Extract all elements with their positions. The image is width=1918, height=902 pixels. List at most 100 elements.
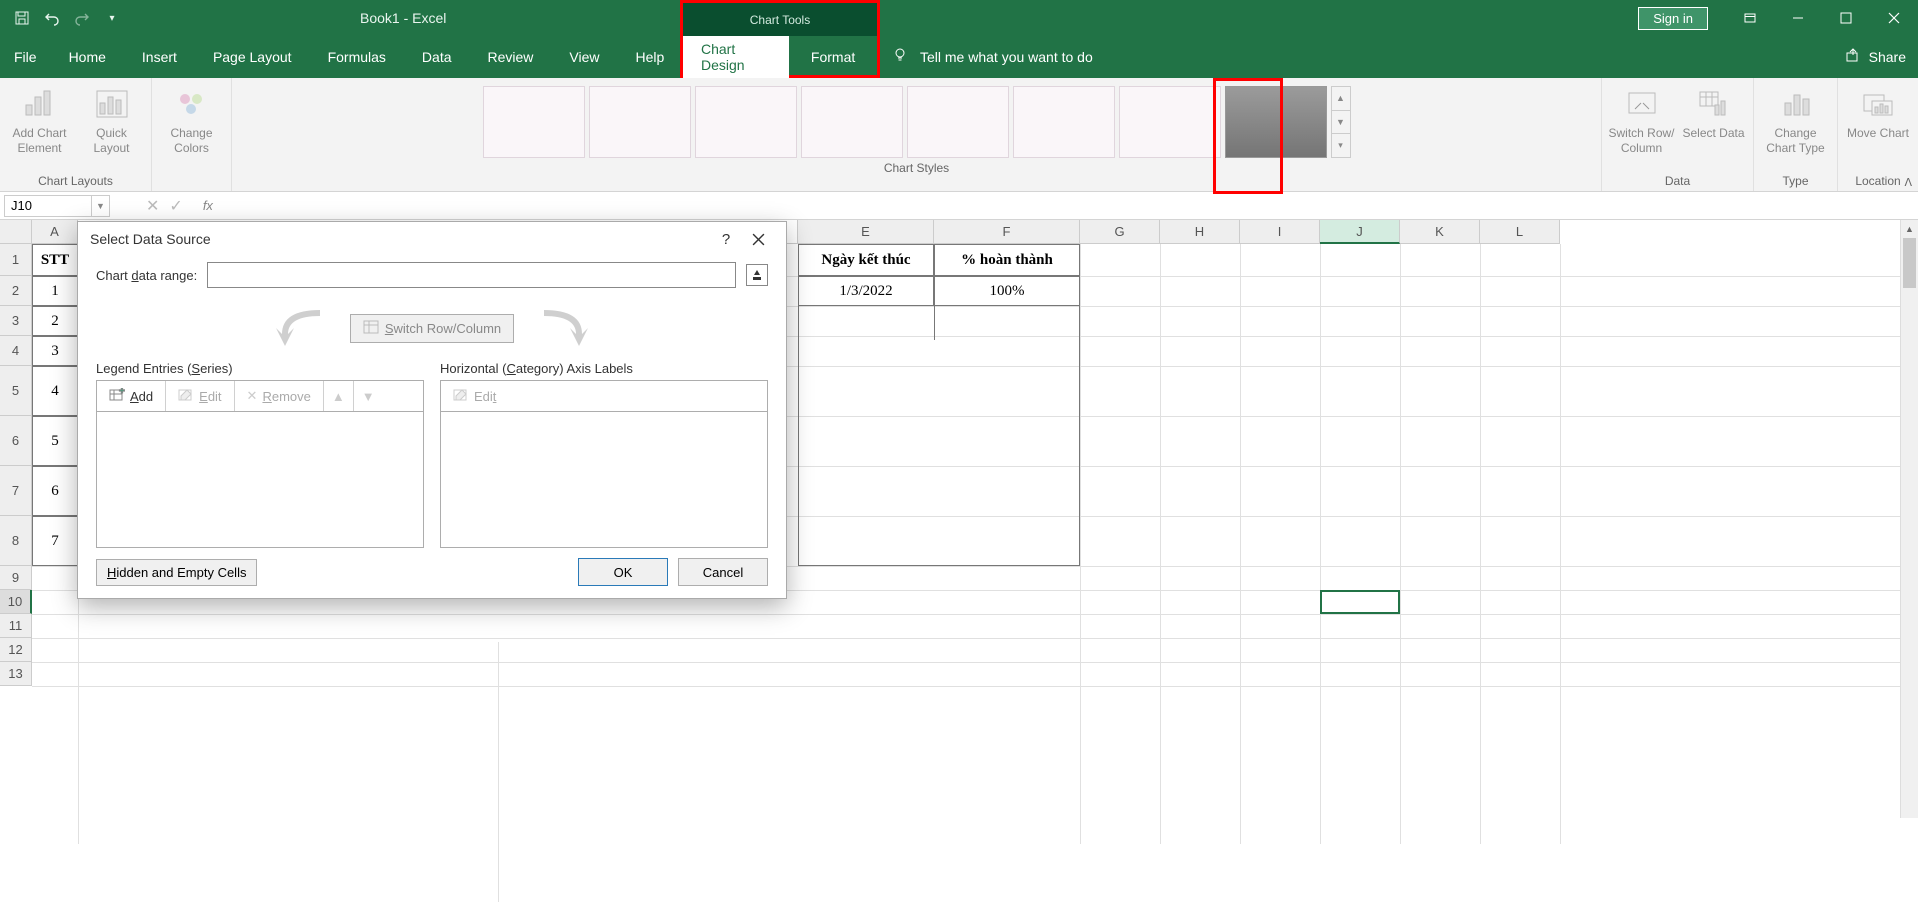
cell-A6[interactable]: 5 xyxy=(32,416,78,466)
close-icon[interactable] xyxy=(1870,0,1918,36)
edit-axis-button[interactable]: Edit xyxy=(441,381,508,411)
row-header-11[interactable]: 11 xyxy=(0,614,32,638)
name-box[interactable]: J10 xyxy=(4,195,92,217)
range-picker-button[interactable] xyxy=(746,264,768,286)
collapse-ribbon-icon[interactable]: ᐱ xyxy=(1904,176,1912,189)
cell-A7[interactable]: 6 xyxy=(32,466,78,516)
row-header-12[interactable]: 12 xyxy=(0,638,32,662)
sign-in-button[interactable]: Sign in xyxy=(1638,7,1708,30)
chart-style-1[interactable] xyxy=(483,86,585,158)
cell-A8[interactable]: 7 xyxy=(32,516,78,566)
change-colors-button[interactable]: Change Colors xyxy=(158,82,226,156)
cell-F1[interactable]: % hoàn thành xyxy=(934,244,1080,276)
cell-E1[interactable]: Ngày kết thúc xyxy=(798,244,934,276)
col-header-E[interactable]: E xyxy=(798,220,934,244)
col-header-F[interactable]: F xyxy=(934,220,1080,244)
redo-icon[interactable] xyxy=(68,4,96,32)
chart-style-5[interactable] xyxy=(907,86,1009,158)
col-header-J[interactable]: J xyxy=(1320,220,1400,244)
ribbon-display-options-icon[interactable] xyxy=(1726,0,1774,36)
tell-me-area[interactable]: Tell me what you want to do xyxy=(892,47,1093,68)
cell-F2[interactable]: 100% xyxy=(934,276,1080,306)
change-chart-type-button[interactable]: Change Chart Type xyxy=(1760,82,1832,156)
qat-customize-icon[interactable]: ▾ xyxy=(98,4,126,32)
col-header-A[interactable]: A xyxy=(32,220,78,244)
tab-home[interactable]: Home xyxy=(51,36,124,78)
maximize-icon[interactable] xyxy=(1822,0,1870,36)
tab-file[interactable]: File xyxy=(0,36,51,78)
fx-icon[interactable]: fx xyxy=(203,198,213,213)
quick-layout-button[interactable]: Quick Layout xyxy=(78,82,146,156)
scroll-thumb[interactable] xyxy=(1903,238,1916,288)
switch-row-column-button-dialog[interactable]: Switch Row/Column xyxy=(350,314,514,343)
chart-style-8[interactable] xyxy=(1225,86,1327,158)
switch-row-column-button[interactable]: Switch Row/ Column xyxy=(1608,82,1676,156)
cell-A3[interactable]: 2 xyxy=(32,306,78,336)
ok-button[interactable]: OK xyxy=(578,558,668,586)
cell-A1[interactable]: STT xyxy=(32,244,78,276)
row-header-1[interactable]: 1 xyxy=(0,244,32,276)
hidden-empty-cells-button[interactable]: Hidden and Empty Cells xyxy=(96,559,257,586)
move-chart-button[interactable]: Move Chart xyxy=(1844,82,1912,141)
cell-A4[interactable]: 3 xyxy=(32,336,78,366)
chart-style-3[interactable] xyxy=(695,86,797,158)
chart-style-2[interactable] xyxy=(589,86,691,158)
cell-A5[interactable]: 4 xyxy=(32,366,78,416)
select-data-button[interactable]: Select Data xyxy=(1680,82,1748,141)
minimize-icon[interactable] xyxy=(1774,0,1822,36)
row-header-2[interactable]: 2 xyxy=(0,276,32,306)
legend-entries-list[interactable] xyxy=(96,412,424,548)
col-header-H[interactable]: H xyxy=(1160,220,1240,244)
cancel-button[interactable]: Cancel xyxy=(678,558,768,586)
tab-chart-design[interactable]: Chart Design xyxy=(683,36,789,78)
dialog-titlebar[interactable]: Select Data Source ? xyxy=(78,222,786,256)
chart-data-range-input[interactable] xyxy=(207,262,736,288)
tab-data[interactable]: Data xyxy=(404,36,470,78)
col-header-K[interactable]: K xyxy=(1400,220,1480,244)
row-header-13[interactable]: 13 xyxy=(0,662,32,686)
dialog-close-button[interactable] xyxy=(742,224,774,254)
col-header-G[interactable]: G xyxy=(1080,220,1160,244)
edit-series-button[interactable]: Edit xyxy=(166,381,234,411)
cell-E2[interactable]: 1/3/2022 xyxy=(798,276,934,306)
name-box-dropdown-icon[interactable]: ▼ xyxy=(92,195,110,217)
dialog-help-button[interactable]: ? xyxy=(710,224,742,254)
row-header-3[interactable]: 3 xyxy=(0,306,32,336)
chart-styles-scroll[interactable]: ▲▼▾ xyxy=(1331,86,1351,158)
tab-help[interactable]: Help xyxy=(618,36,683,78)
horizontal-axis-list[interactable] xyxy=(440,412,768,548)
remove-series-button[interactable]: ✕Remove xyxy=(235,381,324,411)
add-chart-element-button[interactable]: Add Chart Element xyxy=(6,82,74,156)
active-cell-J10[interactable] xyxy=(1320,590,1400,614)
tab-review[interactable]: Review xyxy=(470,36,552,78)
row-header-8[interactable]: 8 xyxy=(0,516,32,566)
tab-insert[interactable]: Insert xyxy=(124,36,195,78)
scroll-up-icon[interactable]: ▲ xyxy=(1901,220,1918,238)
col-header-I[interactable]: I xyxy=(1240,220,1320,244)
cancel-formula-icon[interactable]: ✕ xyxy=(146,196,159,216)
enter-formula-icon[interactable]: ✓ xyxy=(169,196,182,216)
vertical-scrollbar[interactable]: ▲ xyxy=(1900,220,1918,818)
select-all-corner[interactable] xyxy=(0,220,32,244)
tab-view[interactable]: View xyxy=(551,36,617,78)
chart-style-4[interactable] xyxy=(801,86,903,158)
chart-style-7[interactable] xyxy=(1119,86,1221,158)
move-up-button[interactable]: ▲ xyxy=(324,381,354,411)
row-header-5[interactable]: 5 xyxy=(0,366,32,416)
save-icon[interactable] xyxy=(8,4,36,32)
tab-page-layout[interactable]: Page Layout xyxy=(195,36,310,78)
col-header-L[interactable]: L xyxy=(1480,220,1560,244)
add-series-button[interactable]: ✚Add xyxy=(97,381,166,411)
share-area[interactable]: Share xyxy=(1845,47,1906,68)
chart-style-6[interactable] xyxy=(1013,86,1115,158)
tab-format[interactable]: Format xyxy=(789,36,877,78)
move-down-button[interactable]: ▼ xyxy=(354,381,383,411)
row-header-10[interactable]: 10 xyxy=(0,590,32,614)
undo-icon[interactable] xyxy=(38,4,66,32)
row-header-6[interactable]: 6 xyxy=(0,416,32,466)
cell-A2[interactable]: 1 xyxy=(32,276,78,306)
row-header-9[interactable]: 9 xyxy=(0,566,32,590)
tab-formulas[interactable]: Formulas xyxy=(310,36,404,78)
row-header-7[interactable]: 7 xyxy=(0,466,32,516)
row-header-4[interactable]: 4 xyxy=(0,336,32,366)
